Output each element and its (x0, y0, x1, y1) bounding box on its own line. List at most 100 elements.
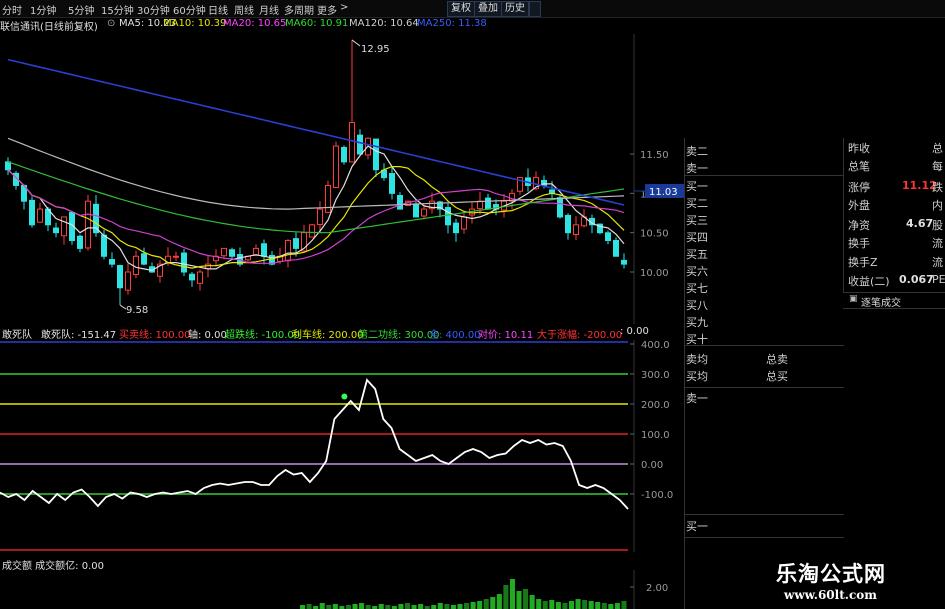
candlestick-chart[interactable]: 11.5011.0010.5010.0011.0312.959.58 (0, 34, 685, 324)
candle-body (621, 259, 627, 265)
candle-body (261, 243, 267, 257)
indicator-name: 敢死队 (2, 330, 32, 341)
current-price-label: 11.03 (649, 187, 678, 198)
volume-bar (345, 605, 351, 609)
tab-multi-period[interactable]: 多周期 (284, 2, 314, 17)
trade-detail-header[interactable]: ▣ 逐笔成交 (843, 292, 945, 309)
ask-2-label: 卖二 (686, 145, 708, 158)
indicator-chart[interactable]: 400.0 300.0 200.0 100.0 0.00 -100.0 (0, 340, 685, 552)
volume-bar (464, 603, 470, 609)
candle-body (61, 216, 67, 237)
more-arrow-icon[interactable]: > (340, 2, 348, 13)
prev-close-label: 昨收 (848, 142, 870, 155)
limit-up-right: 跌 (932, 181, 943, 194)
turnover-right: 流 (932, 237, 943, 250)
candle-body (333, 145, 339, 189)
bid-6-label: 买六 (686, 265, 708, 278)
volume-bar (509, 579, 515, 609)
volume-bar (365, 605, 371, 609)
candle-body (133, 255, 139, 275)
expand-icon[interactable]: ▣ (849, 294, 858, 304)
candle-body (117, 265, 123, 289)
history-button[interactable]: 历史 (501, 1, 529, 17)
volume-chart[interactable]: 2.00 (0, 570, 685, 609)
volume-bar (332, 604, 338, 609)
order-book-panel (684, 138, 845, 609)
price-tick-label: 11.50 (640, 150, 669, 161)
high-pointer (351, 39, 361, 47)
tab-5min[interactable]: 5分钟 (68, 2, 94, 17)
tab-15min[interactable]: 15分钟 (101, 2, 134, 17)
settings-icon[interactable]: ⊙ (107, 18, 115, 29)
tab-daily[interactable]: 日线 (208, 2, 228, 17)
candle-body (445, 207, 451, 226)
tab-30min[interactable]: 30分钟 (137, 2, 170, 17)
tab-more[interactable]: 更多 (317, 2, 337, 17)
candle-body (557, 197, 563, 218)
candle-body (317, 208, 323, 225)
volume-bar (496, 594, 502, 609)
candle-body (357, 134, 363, 155)
indicator-value-extra: : 0.00 (620, 326, 649, 337)
volume-bar (575, 599, 581, 609)
turnover-label: 换手 (848, 237, 870, 250)
bid-5-label: 买五 (686, 248, 708, 261)
toolbar-extra-button[interactable] (529, 1, 541, 17)
volume-bar (529, 595, 535, 609)
volume-bar (490, 597, 496, 609)
tab-timeshare[interactable]: 分时 (2, 2, 22, 17)
indicator-value-buysell: 买卖线: 100.00 (119, 330, 191, 341)
volume-bar (477, 601, 483, 609)
candle-body (53, 227, 59, 234)
candle-body (573, 224, 579, 236)
adjust-button[interactable]: 复权 (447, 1, 475, 17)
total-trades-right: 每 (932, 160, 943, 173)
indicator-tick-label: -100.0 (641, 490, 673, 501)
ask-1-label: 卖一 (686, 162, 708, 175)
candle-body (101, 234, 107, 257)
candle-body (413, 203, 419, 218)
candle-body (341, 146, 347, 163)
divider (684, 514, 844, 515)
tab-1min[interactable]: 1分钟 (30, 2, 56, 17)
indicator-value-rise: 大于涨幅: -200.00 (537, 330, 623, 341)
ma60-line (7, 161, 625, 234)
ma120-value: MA120: 10.64 (349, 18, 419, 29)
tab-60min[interactable]: 60分钟 (173, 2, 206, 17)
bid-10-label: 买十 (686, 333, 708, 346)
volume-bar (562, 603, 568, 609)
volume-bar (385, 605, 391, 609)
volume-bar (568, 601, 575, 609)
candle-body (229, 249, 235, 257)
candle-body (325, 184, 331, 213)
avg-bid-label: 买均 (686, 370, 708, 383)
volume-bar (457, 604, 463, 609)
candle-body (389, 173, 395, 194)
candle-body (173, 255, 179, 258)
trade-ask-label: 卖一 (686, 392, 708, 405)
trade-detail-title: 逐笔成交 (861, 298, 901, 309)
total-trades-label: 总笔 (848, 160, 870, 173)
period-toolbar: 分时 1分钟 5分钟 15分钟 30分钟 60分钟 日线 周线 月线 多周期 更… (0, 0, 945, 18)
tab-monthly[interactable]: 月线 (259, 2, 279, 17)
volume-tick-label: 2.00 (646, 583, 668, 594)
candle-body (453, 222, 459, 234)
volume-bar (582, 600, 588, 609)
overlay-button[interactable]: 叠加 (474, 1, 502, 17)
ma120-line (7, 137, 625, 210)
volume-bar (516, 591, 522, 609)
tab-weekly[interactable]: 周线 (234, 2, 254, 17)
site-watermark-url: www.60lt.com (784, 588, 877, 602)
outer-volume-label: 外盘 (848, 199, 870, 212)
volume-bar (359, 603, 365, 609)
volume-bar (555, 602, 561, 609)
candle-body (85, 200, 91, 249)
candle-body (373, 138, 379, 171)
indicator-value-line300: 第二功线: 300.00 (358, 330, 440, 341)
candle-body (221, 247, 227, 257)
indicator-value-main: 敢死队: -151.47 (41, 330, 117, 341)
indicator-info-bar: 敢死队 敢死队: -151.47 买卖线: 100.00 轴: 0.00 超跌线… (0, 326, 649, 341)
stock-title: 联信通讯(日线前复权) (0, 22, 98, 33)
volume-bar (444, 604, 450, 609)
volume-bar (411, 605, 417, 609)
